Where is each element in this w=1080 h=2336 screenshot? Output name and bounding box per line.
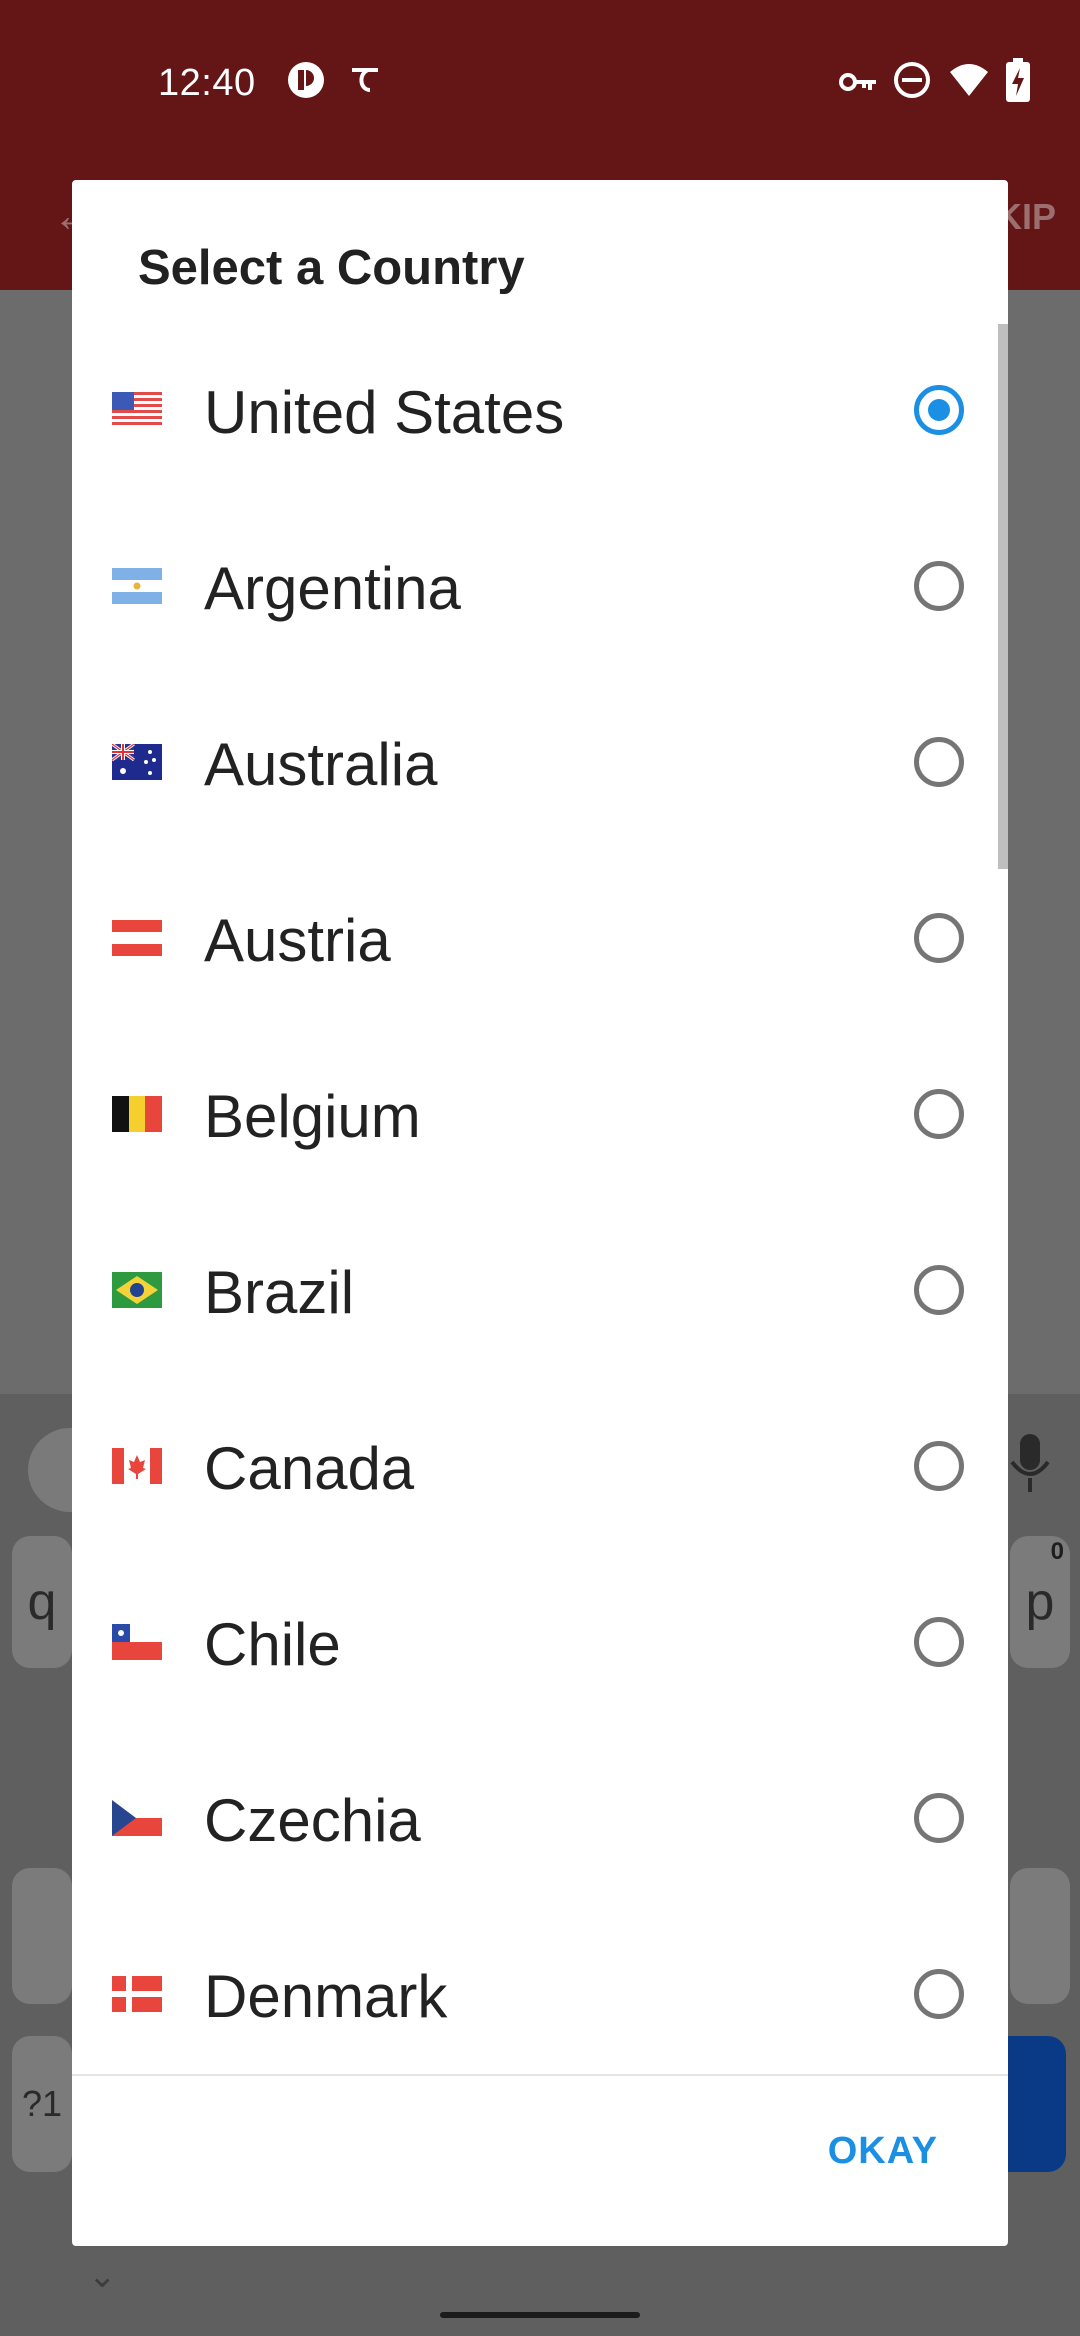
radio-button[interactable] bbox=[914, 1617, 964, 1667]
denmark-flag-icon bbox=[112, 1976, 162, 2012]
us-flag-icon bbox=[112, 392, 162, 428]
radio-button[interactable] bbox=[914, 1969, 964, 2019]
radio-button[interactable] bbox=[914, 913, 964, 963]
czechia-flag-icon bbox=[112, 1800, 162, 1836]
country-name: Argentina bbox=[204, 555, 461, 622]
country-name: Austria bbox=[204, 907, 391, 974]
canada-flag-icon bbox=[112, 1448, 162, 1484]
country-name: Australia bbox=[204, 731, 438, 798]
radio-button[interactable] bbox=[914, 561, 964, 611]
chevron-down-icon: ⌄ bbox=[88, 2257, 117, 2295]
country-row-brazil[interactable]: Brazil bbox=[72, 1204, 1008, 1380]
status-bar: 12:40 bbox=[0, 0, 1080, 170]
country-name: Chile bbox=[204, 1611, 341, 1678]
status-time: 12:40 bbox=[158, 62, 256, 104]
dialog-divider bbox=[72, 2074, 1008, 2076]
country-name: Belgium bbox=[204, 1083, 421, 1150]
shift-key bbox=[12, 1868, 72, 2004]
list-scrollbar[interactable] bbox=[998, 324, 1008, 869]
country-name: United States bbox=[204, 379, 565, 446]
country-row-denmark[interactable]: Denmark bbox=[72, 1908, 1008, 2084]
country-name: Denmark bbox=[204, 1963, 448, 2030]
okay-button[interactable]: OKAY bbox=[828, 2130, 938, 2173]
country-row-united-states[interactable]: United States bbox=[72, 324, 1008, 500]
country-list[interactable]: United States Argentina Australia Austri… bbox=[72, 324, 1008, 2246]
radio-button[interactable] bbox=[914, 1265, 964, 1315]
country-row-belgium[interactable]: Belgium bbox=[72, 1028, 1008, 1204]
austria-flag-icon bbox=[112, 920, 162, 956]
argentina-flag-icon bbox=[112, 568, 162, 604]
radio-button[interactable] bbox=[914, 737, 964, 787]
key-q: q bbox=[12, 1536, 72, 1668]
country-dialog: Select a Country United States Argentina… bbox=[72, 180, 1008, 2246]
symbols-key: ?1 bbox=[12, 2036, 72, 2172]
country-row-austria[interactable]: Austria bbox=[72, 852, 1008, 1028]
battery-charging-icon bbox=[1006, 58, 1030, 107]
t-icon bbox=[348, 60, 384, 105]
key-number-hint: 0 bbox=[1050, 1538, 1064, 1565]
country-row-chile[interactable]: Chile bbox=[72, 1556, 1008, 1732]
australia-flag-icon bbox=[111, 742, 162, 780]
backspace-key bbox=[1010, 1868, 1070, 2004]
do-not-disturb-icon bbox=[892, 60, 932, 105]
dialog-title: Select a Country bbox=[138, 241, 525, 295]
country-row-czechia[interactable]: Czechia bbox=[72, 1732, 1008, 1908]
app-badge-icon bbox=[286, 60, 326, 105]
radio-button-selected[interactable] bbox=[914, 385, 964, 435]
country-row-argentina[interactable]: Argentina bbox=[72, 500, 1008, 676]
country-name: Czechia bbox=[204, 1787, 421, 1854]
chile-flag-icon bbox=[112, 1624, 162, 1660]
country-name: Canada bbox=[204, 1435, 415, 1502]
mic-icon bbox=[1008, 1434, 1052, 1499]
radio-button[interactable] bbox=[914, 1793, 964, 1843]
brazil-flag-icon bbox=[112, 1272, 162, 1308]
radio-button[interactable] bbox=[914, 1089, 964, 1139]
navigation-handle[interactable] bbox=[440, 2312, 640, 2318]
vpn-key-icon bbox=[838, 64, 878, 105]
radio-button[interactable] bbox=[914, 1441, 964, 1491]
country-name: Brazil bbox=[204, 1259, 355, 1326]
wifi-icon bbox=[948, 60, 990, 105]
country-row-canada[interactable]: Canada bbox=[72, 1380, 1008, 1556]
country-row-australia[interactable]: Australia bbox=[72, 676, 1008, 852]
belgium-flag-icon bbox=[112, 1096, 162, 1132]
